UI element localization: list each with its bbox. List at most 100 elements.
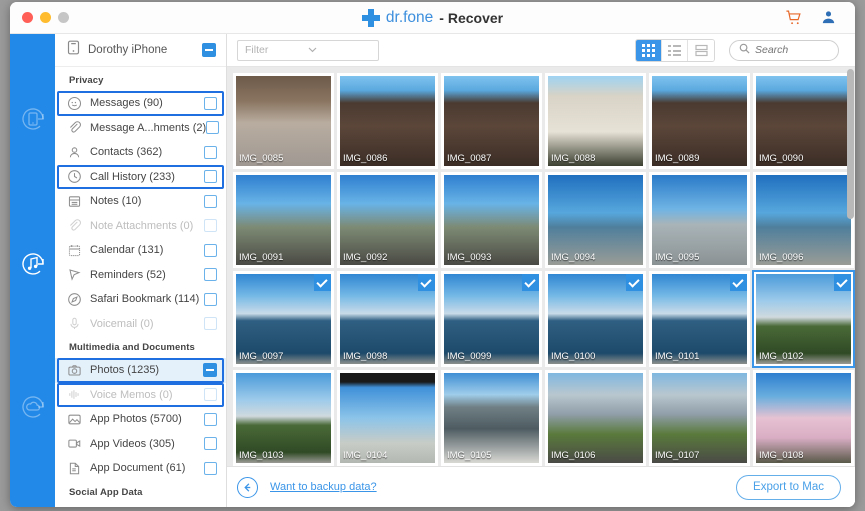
search-box[interactable] bbox=[729, 40, 839, 61]
device-row[interactable]: Dorothy iPhone bbox=[55, 34, 226, 67]
photo-thumbnail[interactable]: IMG_0108 bbox=[753, 370, 854, 466]
shopping-cart-icon[interactable] bbox=[785, 9, 802, 26]
sidebar-item-checkbox[interactable] bbox=[204, 437, 217, 450]
list-view-button[interactable] bbox=[662, 40, 688, 61]
grid-view-button[interactable] bbox=[636, 40, 662, 61]
photo-thumbnail[interactable]: IMG_0091 bbox=[233, 172, 334, 268]
sidebar-item-checkbox[interactable] bbox=[203, 363, 217, 377]
photo-caption: IMG_0107 bbox=[655, 450, 699, 461]
sidebar-item-whatsapp-0[interactable]: WhatsApp (0) bbox=[55, 503, 226, 508]
sidebar-item-call-history-233[interactable]: Call History (233) bbox=[55, 165, 226, 190]
sidebar-item-safari-bookmark-114[interactable]: Safari Bookmark (114) bbox=[55, 287, 226, 312]
photo-thumbnail[interactable]: IMG_0101 bbox=[649, 271, 750, 367]
detail-view-button[interactable] bbox=[688, 40, 714, 61]
sidebar-item-checkbox[interactable] bbox=[204, 462, 217, 475]
photo-image: IMG_0101 bbox=[652, 274, 747, 364]
sidebar-item-label: Notes (10) bbox=[90, 195, 204, 207]
phone-recover-icon[interactable] bbox=[18, 104, 48, 134]
sidebar-item-note-attachments-0[interactable]: Note Attachments (0) bbox=[55, 214, 226, 239]
sidebar-item-messages-90[interactable]: Messages (90) bbox=[55, 91, 226, 116]
search-icon bbox=[739, 41, 750, 59]
sidebar-item-notes-10[interactable]: Notes (10) bbox=[55, 189, 226, 214]
back-arrow-icon[interactable] bbox=[237, 477, 258, 498]
sidebar-item-voicemail-0[interactable]: Voicemail (0) bbox=[55, 312, 226, 337]
photo-thumbnail[interactable]: IMG_0103 bbox=[233, 370, 334, 466]
sidebar-item-checkbox[interactable] bbox=[204, 293, 217, 306]
waveform-icon bbox=[67, 387, 82, 402]
photo-caption: IMG_0108 bbox=[759, 450, 803, 461]
photo-grid-row: IMG_0085 IMG_0086 IMG_0087IMG_0088IMG_0089… bbox=[233, 73, 851, 169]
photo-thumbnail[interactable]: IMG_0102 bbox=[753, 271, 854, 367]
device-select-checkbox[interactable] bbox=[202, 43, 216, 57]
photo-thumbnail[interactable]: IMG_0106 bbox=[545, 370, 646, 466]
search-input[interactable] bbox=[755, 44, 829, 56]
sidebar-item-checkbox[interactable] bbox=[204, 388, 217, 401]
sidebar-item-checkbox[interactable] bbox=[204, 268, 217, 281]
photo-image: IMG_0088 bbox=[548, 76, 643, 166]
sidebar-item-message-a-hments-2[interactable]: Message A...hments (2) bbox=[55, 116, 226, 141]
photo-thumbnail[interactable]: IMG_0094 bbox=[545, 172, 646, 268]
photo-thumbnail[interactable]: IMG_0085 bbox=[233, 73, 334, 169]
backup-data-link[interactable]: Want to backup data? bbox=[270, 481, 377, 493]
paperclip-icon bbox=[67, 120, 82, 135]
photo-image: IMG_0099 bbox=[444, 274, 539, 364]
minimize-button[interactable] bbox=[40, 12, 51, 23]
sidebar-item-checkbox[interactable] bbox=[204, 219, 217, 232]
sidebar-item-voice-memos-0[interactable]: Voice Memos (0) bbox=[55, 383, 226, 408]
photo-thumbnail[interactable]: IMG_0088 bbox=[545, 73, 646, 169]
photo-thumbnail[interactable]: IMG_0092 bbox=[337, 172, 438, 268]
filter-dropdown[interactable]: Filter bbox=[237, 40, 379, 61]
photo-thumbnail[interactable]: IMG_0099 bbox=[441, 271, 542, 367]
sidebar-item-calendar-131[interactable]: Calendar (131) bbox=[55, 238, 226, 263]
sidebar-list: PrivacyMessages (90)Message A...hments (… bbox=[55, 67, 226, 507]
music-recover-icon[interactable] bbox=[18, 249, 48, 279]
sidebar-item-label: App Document (61) bbox=[90, 462, 204, 474]
sidebar-item-photos-1235[interactable]: Photos (1235) bbox=[55, 358, 226, 383]
sidebar-item-checkbox[interactable] bbox=[204, 170, 217, 183]
photo-thumbnail[interactable]: IMG_0087 bbox=[441, 73, 542, 169]
photo-thumbnail[interactable]: IMG_0096 bbox=[753, 172, 854, 268]
user-account-icon[interactable] bbox=[820, 9, 837, 26]
sidebar-item-label: Voice Memos (0) bbox=[90, 389, 204, 401]
sidebar-group-title: Privacy bbox=[55, 69, 226, 91]
sidebar-item-checkbox[interactable] bbox=[204, 413, 217, 426]
sidebar-item-checkbox[interactable] bbox=[204, 244, 217, 257]
photo-caption: IMG_0105 bbox=[447, 450, 491, 461]
photo-thumbnail[interactable]: IMG_0097 bbox=[233, 271, 334, 367]
photo-caption: IMG_0097 bbox=[239, 351, 283, 362]
photo-thumbnail[interactable]: IMG_0090 bbox=[753, 73, 854, 169]
close-button[interactable] bbox=[22, 12, 33, 23]
sidebar-item-app-document-61[interactable]: App Document (61) bbox=[55, 456, 226, 481]
photo-caption: IMG_0086 bbox=[343, 153, 387, 164]
photo-thumbnail[interactable]: IMG_0105 bbox=[441, 370, 542, 466]
contact-icon bbox=[67, 145, 82, 160]
zoom-button[interactable] bbox=[58, 12, 69, 23]
export-to-mac-button[interactable]: Export to Mac bbox=[736, 475, 841, 500]
sidebar-item-app-videos-305[interactable]: App Videos (305) bbox=[55, 432, 226, 457]
photo-thumbnail[interactable]: IMG_0095 bbox=[649, 172, 750, 268]
calendar-icon bbox=[67, 243, 82, 258]
sidebar-item-checkbox[interactable] bbox=[206, 121, 219, 134]
photo-image: IMG_0093 bbox=[444, 175, 539, 265]
photo-thumbnail[interactable]: IMG_0104 bbox=[337, 370, 438, 466]
sidebar-item-contacts-362[interactable]: Contacts (362) bbox=[55, 140, 226, 165]
sidebar-item-reminders-52[interactable]: Reminders (52) bbox=[55, 263, 226, 288]
photo-thumbnail[interactable]: IMG_0098 bbox=[337, 271, 438, 367]
cloud-recover-icon[interactable] bbox=[18, 392, 48, 422]
sidebar-item-checkbox[interactable] bbox=[204, 317, 217, 330]
photo-thumbnail[interactable]: IMG_0093 bbox=[441, 172, 542, 268]
chevron-down-icon bbox=[308, 44, 371, 56]
photo-thumbnail[interactable]: IMG_0100 bbox=[545, 271, 646, 367]
sidebar-group-title: Multimedia and Documents bbox=[55, 336, 226, 358]
reminder-icon bbox=[67, 267, 82, 282]
photo-thumbnail[interactable]: IMG_0107 bbox=[649, 370, 750, 466]
photo-image: IMG_0089 bbox=[652, 76, 747, 166]
sidebar-item-checkbox[interactable] bbox=[204, 146, 217, 159]
sidebar-item-checkbox[interactable] bbox=[204, 97, 217, 110]
drfone-logo-icon bbox=[362, 9, 380, 27]
vertical-scrollbar[interactable] bbox=[847, 69, 854, 219]
sidebar-item-app-photos-5700[interactable]: App Photos (5700) bbox=[55, 407, 226, 432]
sidebar-item-checkbox[interactable] bbox=[204, 195, 217, 208]
photo-thumbnail[interactable]: IMG_0086 bbox=[337, 73, 438, 169]
photo-thumbnail[interactable]: IMG_0089 bbox=[649, 73, 750, 169]
